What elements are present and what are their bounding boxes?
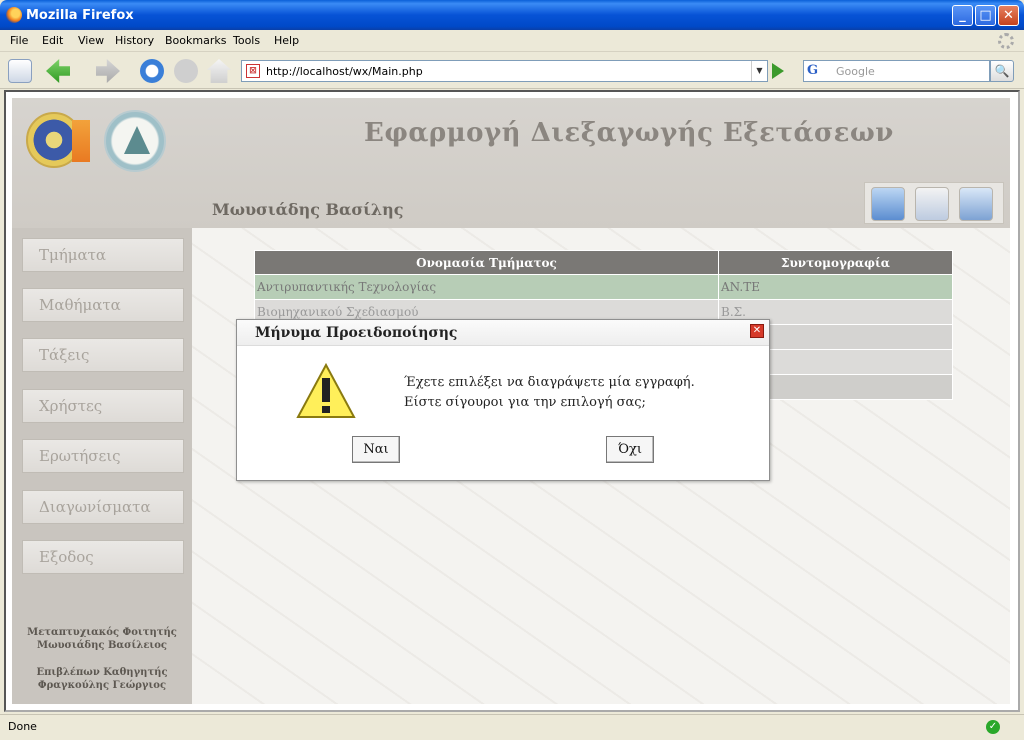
credits-student-role: Μεταπτυχιακός Φοιτητής [27, 627, 177, 638]
credits-student: Μεταπτυχιακός Φοιτητής Μωυσιάδης Βασίλει… [12, 626, 192, 652]
site-header: Εφαρμογή Διεξαγωγής Εξετάσεων Μωυσιάδης … [12, 98, 1010, 228]
dialog-message-line1: Έχετε επιλέξει να διαγράψετε μία εγγραφή… [404, 375, 695, 390]
new-tab-icon[interactable] [8, 59, 32, 83]
table-row[interactable]: Αντιρυπαντικής Τεχνολογίας AN.TE [254, 274, 953, 300]
back-icon[interactable] [46, 59, 70, 83]
department-logo [104, 110, 166, 172]
window-title: Mozilla Firefox [26, 8, 134, 23]
close-window-button[interactable]: ✕ [998, 5, 1019, 26]
new-record-icon[interactable] [871, 187, 905, 221]
minimize-button[interactable]: _ [952, 5, 973, 26]
dialog-close-icon[interactable]: ✕ [750, 324, 764, 338]
forward-icon[interactable] [96, 59, 120, 83]
status-bar: Done ✓ [0, 714, 1024, 740]
home-icon[interactable] [207, 59, 231, 83]
url-text[interactable]: http://localhost/wx/Main.php [266, 65, 423, 78]
user-name: Μωυσιάδης Βασίλης [212, 200, 404, 219]
menu-file[interactable]: File [10, 34, 28, 47]
sidebar-item-departments[interactable]: Τμήματα [22, 238, 184, 272]
window-titlebar: Mozilla Firefox _ □ ✕ [0, 0, 1024, 30]
stop-icon[interactable] [174, 59, 198, 83]
site-favicon-icon: ⊠ [246, 64, 260, 78]
column-header-name[interactable]: Ονομασία Τμήματος [254, 250, 719, 275]
go-icon[interactable] [772, 63, 784, 79]
dialog-title: Μήνυμα Προειδοποίησης [255, 325, 458, 341]
nav-toolbar: ⊠ http://localhost/wx/Main.php ▼ G Googl… [0, 53, 1024, 89]
cell-abbr[interactable]: AN.TE [718, 274, 953, 300]
no-button[interactable]: Όχι [606, 436, 654, 463]
warning-dialog: Μήνυμα Προειδοποίησης ✕ Έχετε επιλέξει ν… [236, 319, 770, 481]
maximize-button[interactable]: □ [975, 5, 996, 26]
credits-student-name: Μωυσιάδης Βασίλειος [37, 640, 167, 651]
menu-edit[interactable]: Edit [42, 34, 63, 47]
header-icon-group [864, 182, 1004, 224]
delete-record-icon[interactable] [959, 187, 993, 221]
credits-supervisor-role: Επιβλέπων Καθηγητής [36, 667, 168, 678]
warning-icon [296, 362, 356, 418]
menu-tools[interactable]: Tools [233, 34, 260, 47]
sidebar: Τμήματα Μαθήματα Τάξεις Χρήστες Ερωτήσει… [12, 228, 192, 704]
dialog-message-line2: Είστε σίγουροι για την επιλογή σας; [404, 395, 646, 410]
column-header-abbr[interactable]: Συντομογραφία [718, 250, 953, 275]
dialog-header: Μήνυμα Προειδοποίησης ✕ [237, 320, 769, 346]
credits-supervisor-name: Φραγκούλης Γεώργιος [37, 680, 167, 691]
menu-view[interactable]: View [78, 34, 104, 47]
sidebar-item-logout[interactable]: Εξοδος [22, 540, 184, 574]
reload-icon[interactable] [140, 59, 164, 83]
status-text: Done [8, 720, 37, 733]
throbber-icon [998, 33, 1014, 49]
menu-bar: File Edit View History Bookmarks Tools H… [0, 30, 1024, 52]
sidebar-item-courses[interactable]: Μαθήματα [22, 288, 184, 322]
url-bar[interactable]: ⊠ http://localhost/wx/Main.php ▼ [241, 60, 768, 82]
search-icon[interactable]: 🔍 [990, 60, 1014, 82]
logo-ribbon [72, 120, 90, 162]
sidebar-item-questions[interactable]: Ερωτήσεις [22, 439, 184, 473]
dialog-message: Έχετε επιλέξει να διαγράψετε μία εγγραφή… [404, 373, 695, 413]
edit-record-icon[interactable] [915, 187, 949, 221]
search-placeholder[interactable]: Google [836, 65, 875, 78]
firefox-icon [6, 7, 22, 23]
status-ok-icon: ✓ [986, 720, 1000, 734]
search-bar[interactable]: G Google [803, 60, 990, 82]
sidebar-item-exams[interactable]: Διαγωνίσματα [22, 490, 184, 524]
table-header-row: Ονομασία Τμήματος Συντομογραφία [254, 250, 953, 275]
credits-supervisor: Επιβλέπων Καθηγητής Φραγκούλης Γεώργιος [12, 666, 192, 692]
yes-button[interactable]: Ναι [352, 436, 400, 463]
google-logo-icon[interactable]: G [807, 63, 818, 78]
app-title: Εφαρμογή Διεξαγωγής Εξετάσεων [364, 118, 894, 148]
sidebar-item-users[interactable]: Χρήστες [22, 389, 184, 423]
menu-history[interactable]: History [115, 34, 154, 47]
sidebar-item-classes[interactable]: Τάξεις [22, 338, 184, 372]
menu-help[interactable]: Help [274, 34, 299, 47]
url-dropdown-icon[interactable]: ▼ [751, 61, 767, 81]
cell-name[interactable]: Αντιρυπαντικής Τεχνολογίας [254, 274, 719, 300]
menu-bookmarks[interactable]: Bookmarks [165, 34, 226, 47]
